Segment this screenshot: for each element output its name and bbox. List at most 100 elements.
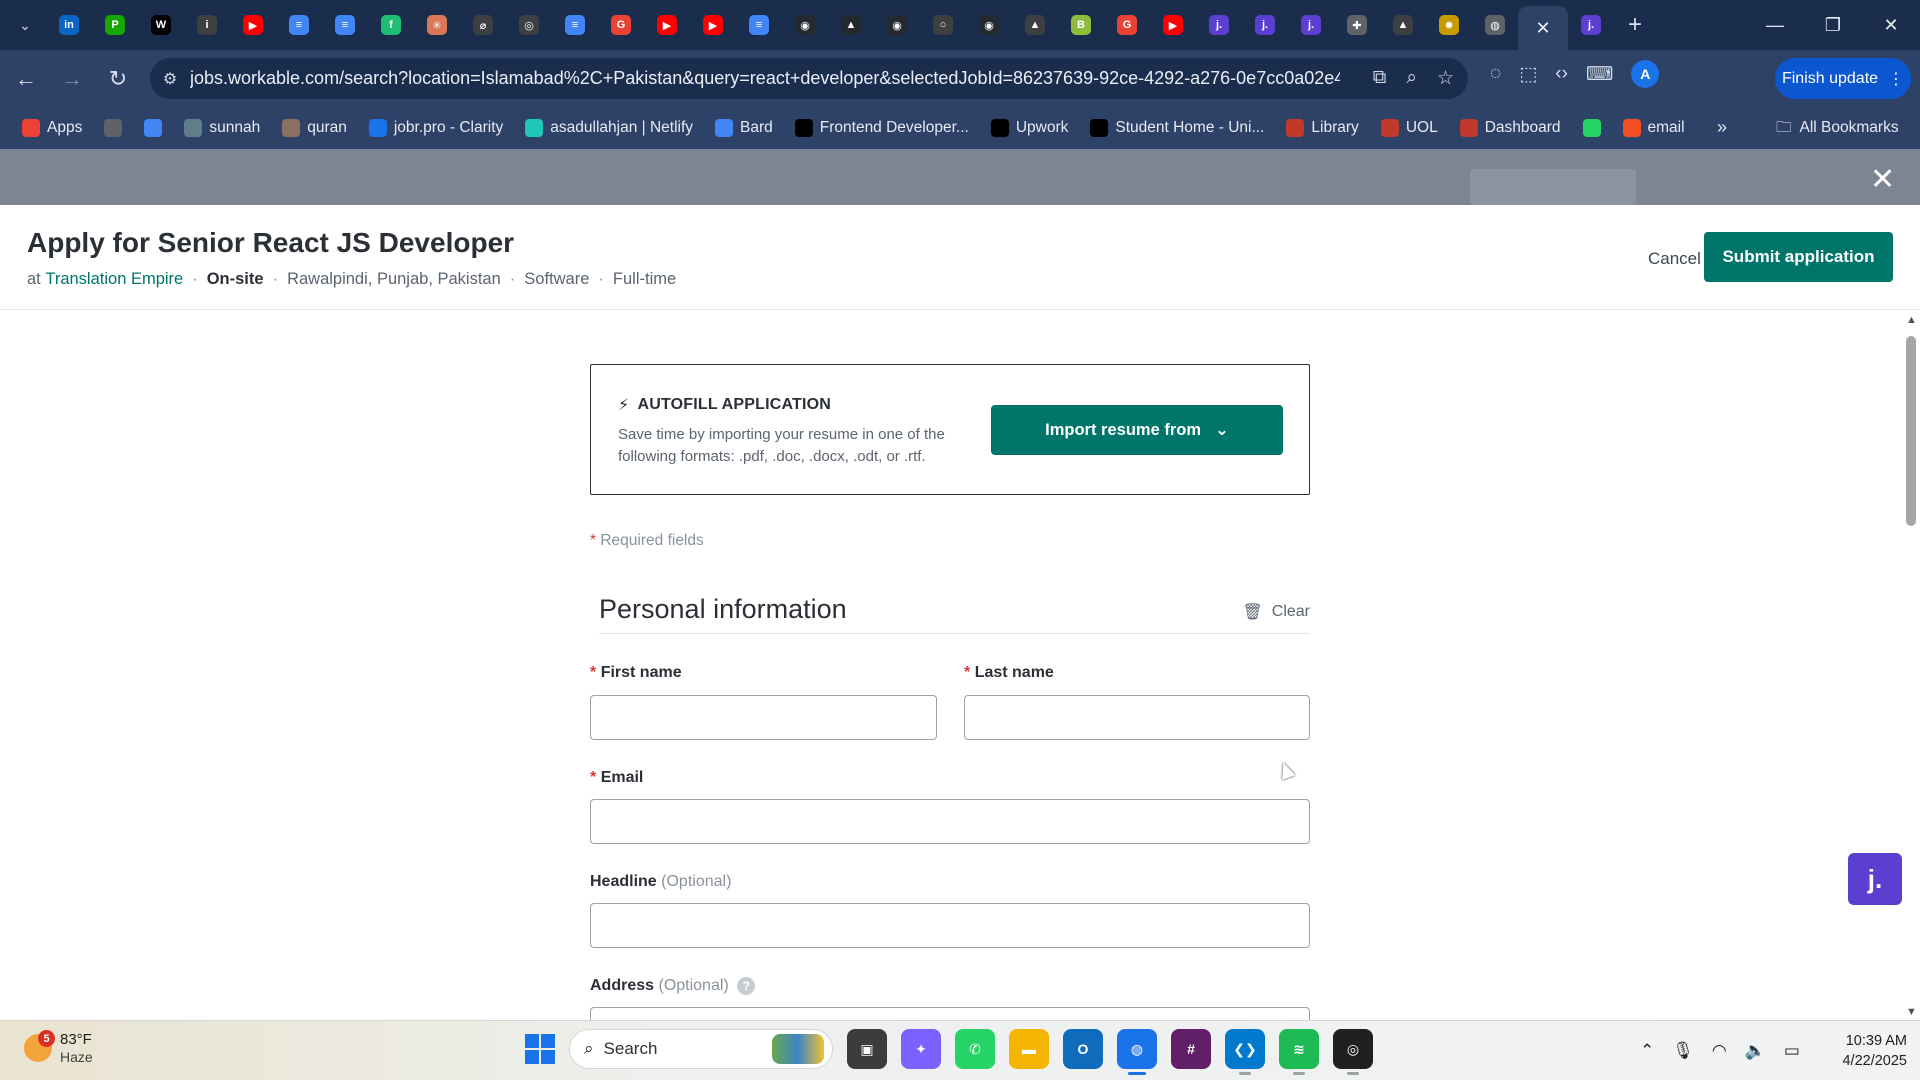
browser-tab[interactable]: i xyxy=(184,6,230,44)
task-view-icon[interactable]: ▣ xyxy=(847,1029,887,1069)
browser-tab[interactable]: ▲ xyxy=(1380,6,1426,44)
tab-search-chevron-icon[interactable]: ⌄ xyxy=(8,8,42,42)
close-tab-icon[interactable]: ✕ xyxy=(1535,18,1550,39)
browser-tab[interactable]: ≡ xyxy=(736,6,782,44)
browser-tab[interactable]: ▶ xyxy=(690,6,736,44)
email-input[interactable] xyxy=(590,799,1310,844)
bookmark-item[interactable]: sunnah xyxy=(184,119,260,137)
windows-start-icon[interactable] xyxy=(525,1034,555,1064)
file-explorer-icon[interactable]: ▬ xyxy=(1009,1029,1049,1069)
profile-avatar[interactable]: A xyxy=(1631,60,1660,88)
tab-workable[interactable]: j. xyxy=(1568,6,1614,44)
browser-tab[interactable]: G xyxy=(598,6,644,44)
headline-input[interactable] xyxy=(590,903,1310,948)
site-info-icon[interactable]: ⚙ xyxy=(150,69,190,89)
loading-icon[interactable]: ◌ xyxy=(1490,63,1501,85)
address-bar[interactable]: ⚙ jobs.workable.com/search?location=Isla… xyxy=(150,58,1468,99)
bookmark-item[interactable]: email xyxy=(1622,119,1685,137)
bookmark-item[interactable]: Dashboard xyxy=(1459,119,1561,137)
browser-tab[interactable]: j. xyxy=(1196,6,1242,44)
company-link[interactable]: Translation Empire xyxy=(45,270,183,289)
bookmark-item[interactable] xyxy=(144,119,163,137)
scroll-up-icon[interactable]: ▲ xyxy=(1906,314,1917,326)
chatgpt-icon[interactable]: ◎ xyxy=(1333,1029,1373,1075)
browser-tab[interactable]: f xyxy=(368,6,414,44)
whatsapp-icon[interactable]: ✆ xyxy=(955,1029,995,1069)
scroll-down-icon[interactable]: ▼ xyxy=(1906,1006,1917,1018)
workable-chat-button[interactable]: j. xyxy=(1848,853,1902,905)
bookmark-item[interactable]: quran xyxy=(282,119,347,137)
bookmark-item[interactable]: jobr.pro - Clarity xyxy=(368,119,503,137)
browser-tab[interactable]: j. xyxy=(1242,6,1288,44)
forward-icon[interactable]: → xyxy=(52,59,92,99)
more-bookmarks-icon[interactable]: » xyxy=(1717,117,1727,138)
back-icon[interactable]: ← xyxy=(6,59,46,99)
browser-tab[interactable]: ≡ xyxy=(322,6,368,44)
browser-tab[interactable]: ▲ xyxy=(828,6,874,44)
volume-icon[interactable]: 🔈 xyxy=(1745,1041,1766,1061)
bookmark-item[interactable] xyxy=(1582,119,1601,137)
browser-tab[interactable]: ▶ xyxy=(644,6,690,44)
new-tab-button[interactable]: + xyxy=(1618,8,1652,42)
bookmark-item[interactable] xyxy=(104,119,123,137)
minimize-icon[interactable]: — xyxy=(1746,0,1804,50)
browser-tab[interactable]: ✳ xyxy=(414,6,460,44)
browser-tab[interactable]: ▶ xyxy=(1150,6,1196,44)
scrollbar-thumb[interactable] xyxy=(1906,336,1916,526)
modal-scrollbar[interactable]: ▲ ▼ xyxy=(1902,310,1920,1020)
microphone-icon[interactable]: 🎙 xyxy=(1672,1041,1694,1061)
bookmark-item[interactable]: Apps xyxy=(22,119,82,137)
close-window-icon[interactable]: ✕ xyxy=(1862,0,1920,50)
browser-tab[interactable]: ▲ xyxy=(1012,6,1058,44)
tray-chevron-up-icon[interactable]: ⌃ xyxy=(1640,1041,1654,1061)
devtools-icon[interactable]: ‹› xyxy=(1555,63,1568,85)
browser-tab[interactable]: ✹ xyxy=(1426,6,1472,44)
wifi-icon[interactable]: ◠ xyxy=(1712,1041,1727,1061)
browser-tab[interactable]: ◉ xyxy=(782,6,828,44)
clock[interactable]: 10:39 AM 4/22/2025 xyxy=(1825,1031,1907,1071)
reload-icon[interactable]: ↻ xyxy=(98,59,138,99)
install-app-icon[interactable]: ⧉ xyxy=(1373,67,1387,90)
bookmark-item[interactable]: Bard xyxy=(715,119,773,137)
browser-tab[interactable]: ✚ xyxy=(1334,6,1380,44)
password-key-icon[interactable]: ⌨ xyxy=(1586,63,1613,86)
battery-icon[interactable]: ▭ xyxy=(1784,1041,1800,1061)
browser-tab[interactable]: ◉ xyxy=(966,6,1012,44)
bookmark-item[interactable]: asadullahjan | Netlify xyxy=(525,119,693,137)
address-input[interactable] xyxy=(590,1007,1310,1020)
browser-tab[interactable]: G xyxy=(1104,6,1150,44)
spotify-icon[interactable]: ≋ xyxy=(1279,1029,1319,1075)
all-bookmarks[interactable]: 🗀 All Bookmarks xyxy=(1776,107,1899,149)
taskbar-search[interactable]: ⌕ Search xyxy=(569,1029,833,1069)
browser-tab[interactable]: P xyxy=(92,6,138,44)
first-name-input[interactable] xyxy=(590,695,937,740)
browser-tab[interactable]: ≡ xyxy=(552,6,598,44)
url-text[interactable]: jobs.workable.com/search?location=Islama… xyxy=(190,68,1340,89)
browser-tab[interactable]: W xyxy=(138,6,184,44)
finish-update-button[interactable]: Finish update ⋮ xyxy=(1775,58,1911,99)
browser-tab[interactable]: ○ xyxy=(920,6,966,44)
restore-icon[interactable]: ❐ xyxy=(1804,0,1862,50)
bookmark-item[interactable]: Student Home - Uni... xyxy=(1090,119,1264,137)
slack-icon[interactable]: # xyxy=(1171,1029,1211,1069)
vscode-icon[interactable]: ❮❯ xyxy=(1225,1029,1265,1075)
bookmark-star-icon[interactable]: ☆ xyxy=(1437,67,1454,90)
active-tab[interactable]: ✕ xyxy=(1518,6,1568,50)
browser-tab[interactable]: ≡ xyxy=(276,6,322,44)
outlook-icon[interactable]: O xyxy=(1063,1029,1103,1069)
browser-tab[interactable]: ▶ xyxy=(230,6,276,44)
bookmark-item[interactable]: UOL xyxy=(1380,119,1438,137)
bookmark-item[interactable]: Frontend Developer... xyxy=(794,119,969,137)
submit-application-button[interactable]: Submit application xyxy=(1704,232,1893,282)
last-name-input[interactable] xyxy=(964,695,1310,740)
browser-tab[interactable]: B xyxy=(1058,6,1104,44)
browser-tab[interactable]: ◉ xyxy=(874,6,920,44)
zoom-icon[interactable]: ⌕ xyxy=(1406,67,1417,90)
browser-tab[interactable]: ⌀ xyxy=(460,6,506,44)
copilot-icon[interactable]: ✦ xyxy=(901,1029,941,1069)
import-resume-button[interactable]: Import resume from ⌄ xyxy=(991,405,1283,455)
weather-widget[interactable]: 5 83°F Haze xyxy=(24,1030,93,1065)
bookmark-item[interactable]: Library xyxy=(1286,119,1359,137)
clear-button[interactable]: 🗑 Clear xyxy=(1242,602,1310,622)
close-modal-icon[interactable]: ✕ xyxy=(1870,162,1895,197)
